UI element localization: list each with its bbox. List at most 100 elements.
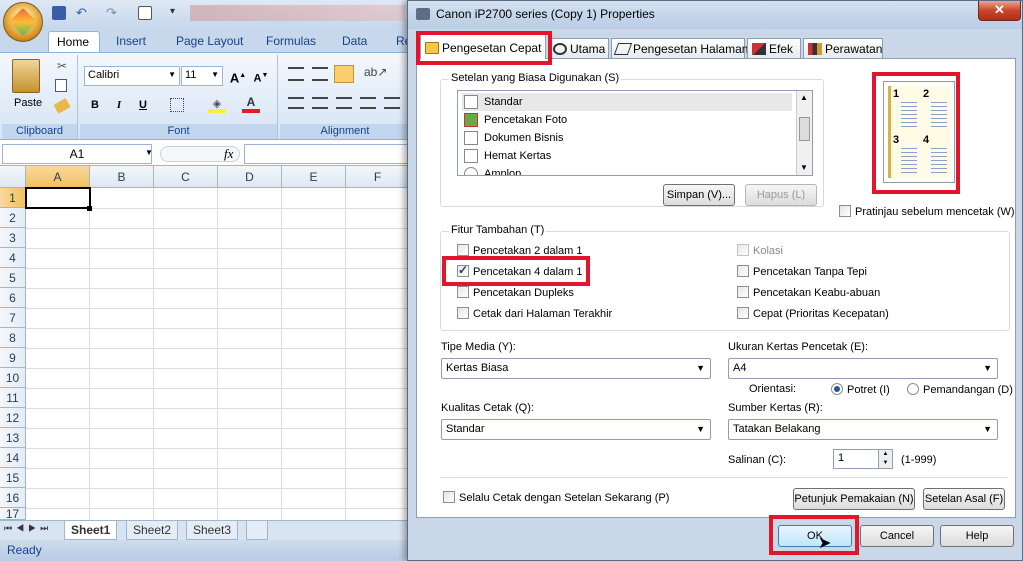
feature-option[interactable]: Cetak dari Halaman Terakhir: [457, 307, 612, 320]
paper-source-select[interactable]: Tatakan Belakang ▼: [728, 419, 998, 440]
row-header[interactable]: 12: [0, 408, 26, 428]
radio[interactable]: [907, 383, 919, 395]
scroll-thumb[interactable]: [799, 117, 810, 141]
tab-insert[interactable]: Insert: [108, 31, 154, 52]
insert-sheet-icon[interactable]: [246, 521, 268, 540]
column-header[interactable]: F: [346, 166, 410, 188]
list-item[interactable]: Amplop: [462, 165, 792, 175]
formula-input[interactable]: [244, 144, 410, 164]
shrink-font-icon[interactable]: A▼: [250, 66, 272, 86]
row-header[interactable]: 2: [0, 208, 26, 228]
list-item[interactable]: Pencetakan Foto: [462, 111, 792, 129]
tab-formulas[interactable]: Formulas: [258, 31, 324, 52]
list-scrollbar[interactable]: ▲ ▼: [796, 91, 812, 175]
row-header[interactable]: 13: [0, 428, 26, 448]
decrease-indent-icon[interactable]: [360, 97, 376, 109]
tab-page-setup[interactable]: Pengesetan Halaman: [611, 38, 748, 59]
row-header[interactable]: 8: [0, 328, 26, 348]
fill-handle[interactable]: [87, 206, 92, 211]
fx-icon[interactable]: fx: [224, 146, 233, 162]
bold-icon[interactable]: B: [84, 95, 106, 115]
save-icon[interactable]: [52, 6, 66, 20]
font-name-box[interactable]: Calibri ▼: [84, 66, 180, 86]
chevron-down-icon[interactable]: ▼: [145, 148, 153, 157]
cut-icon[interactable]: ✂: [57, 59, 67, 73]
quality-select[interactable]: Standar ▼: [441, 419, 711, 440]
office-button[interactable]: [3, 2, 43, 42]
sheet-nav-icon[interactable]: ⏮◀▶⏭: [4, 523, 52, 534]
scroll-up-icon[interactable]: ▲: [800, 93, 808, 102]
checkbox[interactable]: [457, 286, 469, 298]
align-top-icon[interactable]: [288, 67, 304, 81]
orientation-icon[interactable]: ab↗: [364, 65, 387, 79]
row-header[interactable]: 16: [0, 488, 26, 508]
feature-option[interactable]: Pencetakan Dupleks: [457, 286, 574, 299]
checkbox[interactable]: [737, 265, 749, 277]
paste-icon[interactable]: [12, 59, 40, 93]
preview-option[interactable]: Pratinjau sebelum mencetak (W): [839, 205, 1015, 218]
align-right-icon[interactable]: [336, 97, 352, 109]
font-size-box[interactable]: 11 ▼: [181, 66, 223, 86]
row-header[interactable]: 9: [0, 348, 26, 368]
align-bottom-icon[interactable]: [334, 65, 354, 83]
landscape-option[interactable]: Pemandangan (D): [907, 383, 1013, 396]
row-header[interactable]: 3: [0, 228, 26, 248]
italic-icon[interactable]: I: [108, 95, 130, 115]
paste-label[interactable]: Paste: [14, 97, 42, 109]
tab-main[interactable]: Utama: [548, 38, 609, 59]
checkbox[interactable]: [443, 491, 455, 503]
tab-page-layout[interactable]: Page Layout: [168, 31, 251, 52]
feature-option[interactable]: Cepat (Prioritas Kecepatan): [737, 307, 889, 320]
copies-field[interactable]: 1 ▲ ▼: [833, 449, 893, 469]
row-header[interactable]: 14: [0, 448, 26, 468]
common-settings-list[interactable]: Standar Pencetakan Foto Dokumen Bisnis H…: [457, 90, 813, 176]
save-button[interactable]: Simpan (V)...: [663, 184, 735, 206]
help-button[interactable]: Help: [940, 525, 1014, 547]
fill-color-icon[interactable]: ◈: [208, 97, 226, 113]
always-print-option[interactable]: Selalu Cetak dengan Setelan Sekarang (P): [443, 491, 669, 504]
row-header[interactable]: 7: [0, 308, 26, 328]
feature-option[interactable]: Kolasi: [737, 244, 783, 257]
align-left-icon[interactable]: [288, 97, 304, 109]
checkbox[interactable]: [737, 307, 749, 319]
column-header[interactable]: E: [282, 166, 346, 188]
align-center-icon[interactable]: [312, 97, 328, 109]
scroll-down-icon[interactable]: ▼: [800, 163, 808, 172]
format-painter-icon[interactable]: [53, 98, 71, 114]
row-header[interactable]: 5: [0, 268, 26, 288]
preview-checkbox[interactable]: [839, 205, 851, 217]
row-header[interactable]: 17: [0, 508, 26, 520]
tab-maintenance[interactable]: Perawatan: [803, 38, 883, 59]
defaults-button[interactable]: Setelan Asal (F): [923, 488, 1005, 510]
align-middle-icon[interactable]: [312, 67, 328, 81]
instructions-button[interactable]: Petunjuk Pemakaian (N): [793, 488, 915, 510]
column-header[interactable]: D: [218, 166, 282, 188]
row-header[interactable]: 15: [0, 468, 26, 488]
media-type-select[interactable]: Kertas Biasa ▼: [441, 358, 711, 379]
font-color-icon[interactable]: A: [242, 95, 260, 113]
tab-effects[interactable]: Efek: [747, 38, 801, 59]
portrait-option[interactable]: Potret (I): [831, 383, 890, 396]
delete-button[interactable]: Hapus (L): [745, 184, 817, 206]
sheet-tab[interactable]: Sheet2: [126, 521, 179, 540]
select-all-corner[interactable]: [0, 166, 26, 188]
worksheet-grid[interactable]: A B C D E F 1 2 3 4 5 6 7 8 9 10 11 12 1…: [0, 166, 410, 520]
column-header[interactable]: B: [90, 166, 154, 188]
row-header[interactable]: 11: [0, 388, 26, 408]
copies-spinner[interactable]: ▲ ▼: [878, 450, 892, 468]
tab-home[interactable]: Home: [48, 31, 100, 52]
name-box[interactable]: A1: [2, 144, 152, 164]
row-header[interactable]: 4: [0, 248, 26, 268]
row-header[interactable]: 6: [0, 288, 26, 308]
paper-size-select[interactable]: A4 ▼: [728, 358, 998, 379]
print-preview-icon[interactable]: [138, 6, 152, 20]
row-header[interactable]: 1: [0, 188, 26, 208]
feature-option[interactable]: Pencetakan Tanpa Tepi: [737, 265, 867, 278]
underline-icon[interactable]: U: [132, 95, 154, 115]
close-button[interactable]: ✕: [978, 1, 1021, 21]
list-item[interactable]: Standar: [462, 93, 792, 111]
cancel-button[interactable]: Cancel: [860, 525, 934, 547]
list-item[interactable]: Dokumen Bisnis: [462, 129, 792, 147]
increase-indent-icon[interactable]: [384, 97, 400, 109]
active-cell[interactable]: [25, 187, 91, 209]
